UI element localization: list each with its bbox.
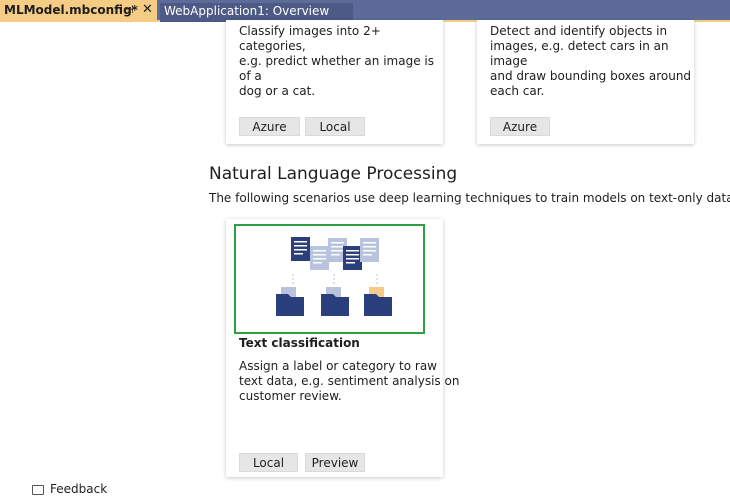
document-icon: [360, 238, 379, 262]
text-classification-illustration: [234, 224, 425, 334]
document-icon: [310, 246, 329, 270]
feedback-icon: [32, 484, 44, 495]
folder-icon: [321, 287, 349, 316]
feedback-label: Feedback: [50, 482, 108, 496]
card-description: Assign a label or category to raw text d…: [239, 359, 459, 404]
card-title: Text classification: [239, 336, 360, 350]
card-description-line: each car.: [490, 84, 545, 98]
section-title: Natural Language Processing: [209, 164, 458, 184]
card-description: Detect and identify objects in images, e…: [490, 24, 694, 99]
document-icon: [291, 237, 310, 261]
section-description: The following scenarios use deep learnin…: [209, 191, 730, 205]
document-tab-bar: MLModel.mbconfig* ⊣ ✕ WebApplication1: O…: [0, 0, 730, 22]
card-description-line: and draw bounding boxes around: [490, 69, 692, 83]
preview-button[interactable]: Preview: [305, 453, 365, 472]
azure-button[interactable]: Azure: [490, 117, 550, 136]
pin-icon[interactable]: ⊣: [124, 3, 134, 16]
folder-icon: [276, 287, 304, 316]
feedback-link[interactable]: Feedback: [32, 482, 107, 496]
local-button[interactable]: Local: [239, 453, 298, 472]
card-description: Classify images into 2+ categories, e.g.…: [239, 24, 443, 99]
local-button[interactable]: Local: [305, 117, 365, 136]
card-description-line: text data, e.g. sentiment analysis on: [239, 374, 460, 388]
card-description-line: dog or a cat.: [239, 84, 316, 98]
card-description-line: images, e.g. detect cars in an image: [490, 39, 669, 68]
azure-button[interactable]: Azure: [239, 117, 300, 136]
object-detection-card: Detect and identify objects in images, e…: [477, 20, 694, 144]
document-icon: [343, 246, 362, 270]
card-description-line: e.g. predict whether an image is of a: [239, 54, 434, 83]
card-description-line: Assign a label or category to raw: [239, 359, 437, 373]
card-description-line: Classify images into 2+ categories,: [239, 24, 381, 53]
tab-title: MLModel.mbconfig*: [4, 3, 138, 17]
folder-icon: [364, 287, 392, 316]
card-description-line: customer review.: [239, 389, 342, 403]
close-icon[interactable]: ✕: [142, 2, 153, 17]
card-description-line: Detect and identify objects in: [490, 24, 668, 38]
tab-mlmodel-mbconfig[interactable]: MLModel.mbconfig* ⊣ ✕: [0, 0, 157, 22]
image-classification-card: Classify images into 2+ categories, e.g.…: [226, 20, 443, 144]
tab-title: WebApplication1: Overview: [164, 4, 330, 18]
documents-to-folders-illustration: [276, 237, 392, 316]
